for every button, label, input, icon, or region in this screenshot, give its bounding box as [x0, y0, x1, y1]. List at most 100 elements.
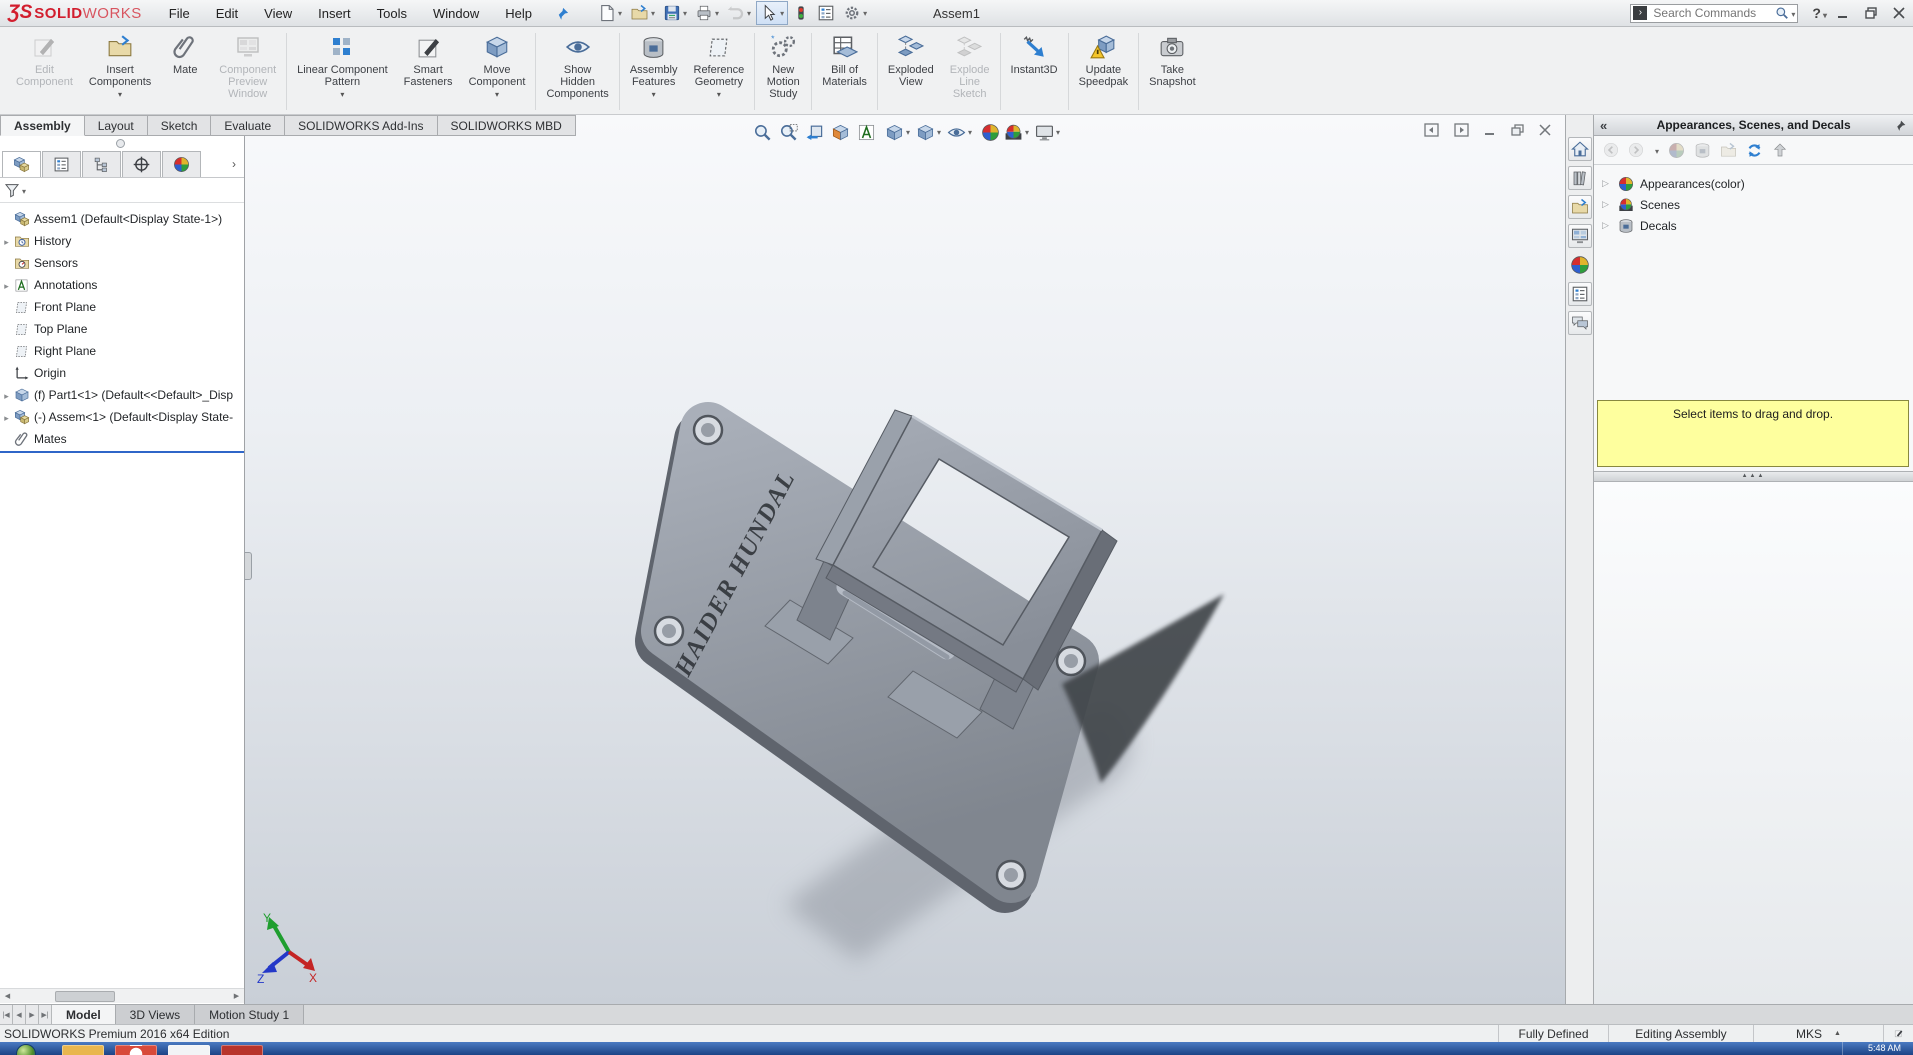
design-library-icon[interactable]: [1567, 166, 1592, 190]
last-tab-icon[interactable]: ▶|: [39, 1005, 52, 1024]
taskbar-clock[interactable]: 5:48 AM: [1868, 1043, 1901, 1053]
expander-icon[interactable]: [1602, 220, 1616, 231]
section-view-icon[interactable]: [828, 120, 853, 144]
search-input[interactable]: [1651, 5, 1776, 21]
insert-components-button[interactable]: Insert Components: [81, 29, 159, 114]
pin-menu-icon[interactable]: [555, 6, 570, 21]
view-palette-icon[interactable]: [1567, 224, 1592, 248]
pin-pane-icon[interactable]: [1894, 119, 1907, 132]
window-close-icon[interactable]: [1539, 124, 1551, 136]
tree-item-annotations[interactable]: Annotations: [0, 274, 244, 296]
tree-item-top-plane[interactable]: Top Plane: [0, 318, 244, 340]
collapse-pane-left-icon[interactable]: [1424, 123, 1439, 137]
tree-item-right-plane[interactable]: Right Plane: [0, 340, 244, 362]
search-flyout-icon[interactable]: ›: [1633, 6, 1648, 20]
scroll-left-icon[interactable]: ◀: [0, 989, 15, 1004]
solidworks-taskbar-icon[interactable]: [221, 1045, 263, 1055]
tab-configuration-manager[interactable]: [82, 151, 121, 177]
tab-motion-study-1[interactable]: Motion Study 1: [195, 1005, 305, 1024]
tree-item-mates[interactable]: Mates: [0, 428, 244, 450]
exploded-view-button[interactable]: Exploded View: [880, 29, 942, 114]
zoom-to-area-icon[interactable]: [776, 120, 801, 144]
prev-tab-icon[interactable]: ◀: [13, 1005, 26, 1024]
collapse-pane-right-icon[interactable]: [1454, 123, 1469, 137]
decals-row[interactable]: Decals: [1594, 215, 1913, 236]
tab-solidworks-add-ins[interactable]: SOLIDWORKS Add-Ins: [285, 115, 438, 136]
task-pane-splitter[interactable]: ▲▲▲: [1594, 471, 1913, 482]
tree-root[interactable]: Assem1 (Default<Display State-1>): [0, 208, 244, 230]
expander-icon[interactable]: [0, 278, 13, 292]
scroll-right-icon[interactable]: ▶: [229, 989, 244, 1004]
dynamic-annotation-icon[interactable]: [854, 120, 879, 144]
window-minimize-icon[interactable]: [1484, 124, 1496, 136]
tree-horizontal-scrollbar[interactable]: ◀ ▶: [0, 988, 244, 1003]
tab-sketch[interactable]: Sketch: [147, 115, 212, 136]
tab-layout[interactable]: Layout: [84, 115, 148, 136]
take-snapshot-button[interactable]: Take Snapshot: [1141, 29, 1203, 114]
select-tool-button[interactable]: [756, 1, 789, 25]
tree-item-part1[interactable]: (f) Part1<1> (Default<<Default>_Disp: [0, 384, 244, 406]
menu-file[interactable]: File: [156, 1, 203, 26]
minimize-button[interactable]: [1837, 7, 1849, 19]
scrollbar-thumb[interactable]: [55, 990, 115, 1002]
linear-component-pattern-button[interactable]: Linear Component Pattern: [289, 29, 396, 114]
custom-properties-icon[interactable]: [1567, 282, 1592, 306]
rebuild-button[interactable]: [790, 2, 812, 24]
tab-model[interactable]: Model: [52, 1005, 116, 1024]
tab-dimxpert-manager[interactable]: [122, 151, 161, 177]
smart-fasteners-button[interactable]: Smart Fasteners: [396, 29, 461, 114]
previous-view-icon[interactable]: [802, 120, 827, 144]
search-caret-icon[interactable]: [1789, 6, 1795, 20]
close-button[interactable]: [1893, 7, 1905, 19]
menu-tools[interactable]: Tools: [364, 1, 420, 26]
forum-icon[interactable]: [1567, 311, 1592, 335]
view-settings-icon[interactable]: [1035, 120, 1060, 144]
window-restore-icon[interactable]: [1511, 124, 1524, 136]
next-tab-icon[interactable]: ▶: [26, 1005, 39, 1024]
reference-geometry-button[interactable]: Reference Geometry: [686, 29, 753, 114]
zoom-to-fit-icon[interactable]: [750, 120, 775, 144]
expander-icon[interactable]: [1602, 199, 1616, 210]
search-commands-box[interactable]: ›: [1630, 3, 1799, 23]
expander-icon[interactable]: [0, 410, 13, 424]
restore-button[interactable]: [1865, 7, 1877, 19]
tree-item-subassembly[interactable]: (-) Assem<1> (Default<Display State-: [0, 406, 244, 428]
menu-window[interactable]: Window: [420, 1, 492, 26]
update-speedpak-button[interactable]: Update Speedpak: [1071, 29, 1137, 114]
view-orientation-icon[interactable]: [885, 120, 910, 144]
menu-insert[interactable]: Insert: [305, 1, 364, 26]
save-button[interactable]: [660, 2, 690, 24]
tag-icon[interactable]: [1883, 1025, 1913, 1042]
menu-edit[interactable]: Edit: [203, 1, 251, 26]
tab-feature-manager[interactable]: [2, 151, 41, 177]
menu-help[interactable]: Help: [492, 1, 545, 26]
expander-icon[interactable]: [0, 234, 13, 248]
appearances-scenes-icon[interactable]: [1568, 253, 1592, 277]
tab-property-manager[interactable]: [42, 151, 81, 177]
new-motion-study-button[interactable]: New Motion Study: [757, 29, 809, 114]
tree-item-front-plane[interactable]: Front Plane: [0, 296, 244, 318]
windows-taskbar[interactable]: 5:48 AM: [0, 1042, 1913, 1055]
explorer-taskbar-icon[interactable]: [62, 1045, 104, 1055]
edit-appearance-icon[interactable]: [978, 120, 1003, 144]
new-document-button[interactable]: [595, 2, 625, 24]
display-style-icon[interactable]: [916, 120, 941, 144]
first-tab-icon[interactable]: |◀: [0, 1005, 13, 1024]
tree-item-history[interactable]: History: [0, 230, 244, 252]
panel-splitter-handle[interactable]: [245, 552, 252, 580]
mate-button[interactable]: Mate: [159, 29, 211, 114]
home-icon[interactable]: [1567, 137, 1592, 161]
filter-caret-icon[interactable]: [20, 183, 26, 197]
expander-icon[interactable]: [0, 388, 13, 402]
appearances-color-row[interactable]: Appearances(color): [1594, 173, 1913, 194]
browser-taskbar-icon[interactable]: [115, 1045, 157, 1055]
start-button-icon[interactable]: [16, 1044, 36, 1055]
tree-item-origin[interactable]: Origin: [0, 362, 244, 384]
scenes-row[interactable]: Scenes: [1594, 194, 1913, 215]
tab-assembly[interactable]: Assembly: [0, 115, 85, 136]
up-level-icon[interactable]: [1772, 142, 1788, 158]
expander-icon[interactable]: [1602, 178, 1616, 189]
search-icon[interactable]: [1775, 6, 1789, 20]
hide-show-items-icon[interactable]: [947, 120, 972, 144]
refresh-icon[interactable]: [1746, 142, 1763, 159]
